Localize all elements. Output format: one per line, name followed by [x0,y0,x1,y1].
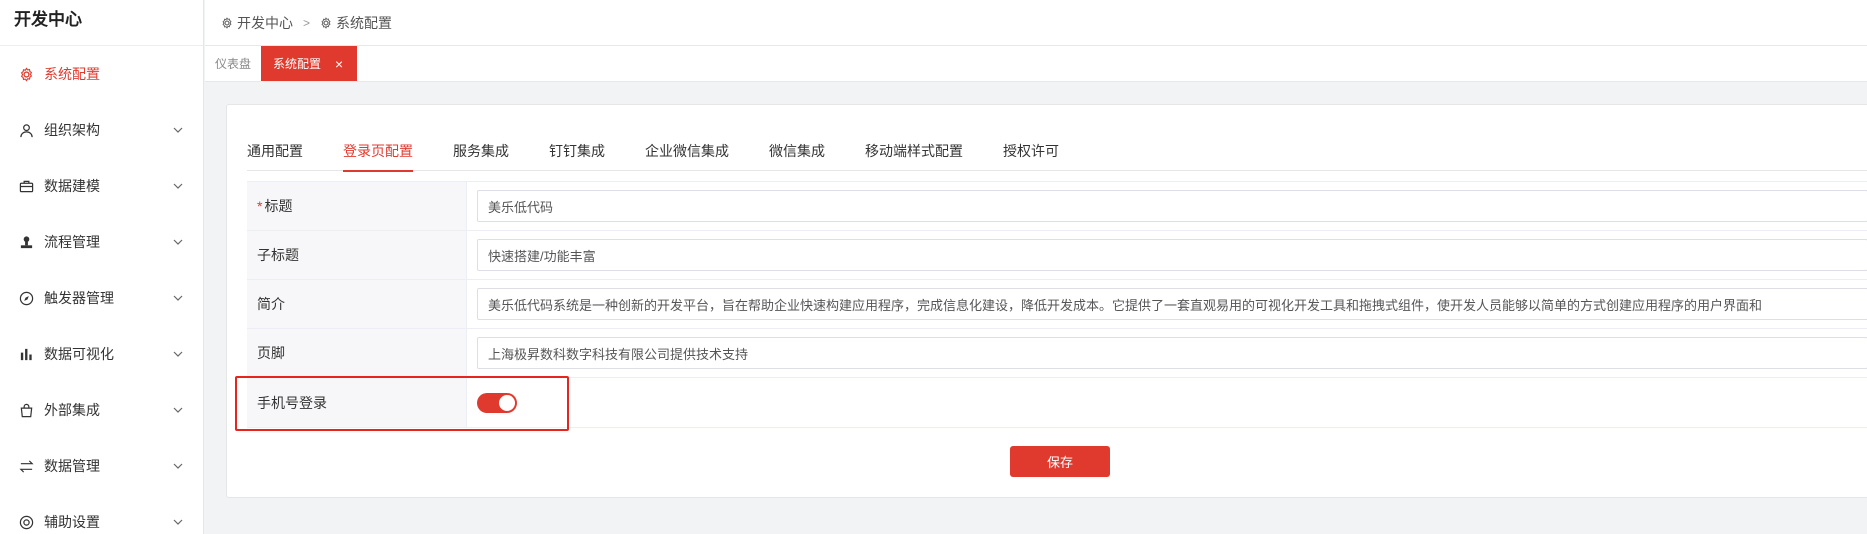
sidebar-item-label: 辅助设置 [44,514,100,530]
intro-label: 简介 [247,280,467,328]
subtitle-input[interactable]: 快速搭建/功能丰富 [477,239,1867,271]
sidebar-item-system-config[interactable]: 系统配置 [0,46,203,102]
user-icon [18,122,34,138]
sidebar-item-integration[interactable]: 外部集成 [0,382,203,438]
close-icon[interactable]: × [335,56,343,72]
title-label: 标题 [264,198,293,214]
tab-wechat[interactable]: 微信集成 [769,129,825,171]
sidebar-item-data-modeling[interactable]: 数据建模 [0,158,203,214]
gear-icon [18,66,34,82]
config-card: 通用配置 登录页配置 服务集成 钉钉集成 企业微信集成 微信集成 移动端样式配置… [226,104,1867,498]
title-input[interactable]: 美乐低代码 [477,190,1867,222]
sidebar: 开发中心 系统配置 组织架构 数据建模 流程管理 触发器管理 数据可视化 外部集… [0,0,204,534]
chevron-down-icon [173,407,183,413]
tab-wecom[interactable]: 企业微信集成 [645,129,729,171]
gear-icon [222,16,232,29]
tab-license[interactable]: 授权许可 [1003,129,1059,171]
form-row-subtitle: 子标题 快速搭建/功能丰富 [247,231,1867,280]
swap-icon [18,458,34,474]
breadcrumb-item[interactable]: 开发中心 [221,13,293,33]
sidebar-item-label: 数据管理 [44,458,100,474]
chevron-down-icon [173,239,183,245]
sidebar-item-label: 数据可视化 [44,346,114,362]
footer-label: 页脚 [247,329,467,377]
sidebar-item-label: 组织架构 [44,122,100,138]
form-row-intro: 简介 美乐低代码系统是一种创新的开发平台，旨在帮助企业快速构建应用程序，完成信息… [247,280,1867,329]
tab-dingtalk[interactable]: 钉钉集成 [549,129,605,171]
sidebar-item-org[interactable]: 组织架构 [0,102,203,158]
save-button[interactable]: 保存 [1010,446,1110,477]
chevron-down-icon [173,519,183,525]
form-row-title: * 标题 美乐低代码 [247,182,1867,231]
phone-login-label: 手机号登录 [247,378,467,427]
tab-general[interactable]: 通用配置 [247,129,303,171]
tab-service[interactable]: 服务集成 [453,129,509,171]
gear-icon [321,16,331,29]
sidebar-item-aux-settings[interactable]: 辅助设置 [0,494,203,534]
lifebuoy-icon [18,514,34,530]
sidebar-item-data-management[interactable]: 数据管理 [0,438,203,494]
chevron-down-icon [173,351,183,357]
footer-input[interactable]: 上海极昇数科数字科技有限公司提供技术支持 [477,337,1867,369]
page-tabs: 仪表盘 系统配置 × [205,46,1867,82]
tab-login-page[interactable]: 登录页配置 [343,129,413,172]
breadcrumb-item: 系统配置 [320,13,392,33]
app-title: 开发中心 [0,0,203,46]
phone-login-toggle[interactable] [477,392,517,413]
config-tabs: 通用配置 登录页配置 服务集成 钉钉集成 企业微信集成 微信集成 移动端样式配置… [247,129,1867,172]
sidebar-item-label: 流程管理 [44,234,100,250]
sidebar-item-label: 触发器管理 [44,290,114,306]
compass-icon [18,290,34,306]
bar-chart-icon [18,346,34,362]
sidebar-item-label: 数据建模 [44,178,100,194]
chevron-down-icon [173,127,183,133]
intro-input[interactable]: 美乐低代码系统是一种创新的开发平台，旨在帮助企业快速构建应用程序，完成信息化建设… [477,288,1867,320]
sidebar-item-trigger[interactable]: 触发器管理 [0,270,203,326]
login-config-form: * 标题 美乐低代码 子标题 快速搭建/功能丰富 简介 美乐低代码系统是一种创新的… [247,181,1867,428]
subtitle-label: 子标题 [247,231,467,279]
chevron-down-icon [173,183,183,189]
sidebar-item-label: 外部集成 [44,402,100,418]
required-mark: * [257,198,263,214]
breadcrumb: 开发中心 > 系统配置 [205,0,1867,46]
chevron-right-icon: > [303,15,311,30]
page-tab-system-config[interactable]: 系统配置 × [261,46,358,81]
form-row-phone-login: 手机号登录 [247,378,1867,428]
sidebar-item-visualization[interactable]: 数据可视化 [0,326,203,382]
form-row-footer: 页脚 上海极昇数科数字科技有限公司提供技术支持 [247,329,1867,378]
sidebar-item-workflow[interactable]: 流程管理 [0,214,203,270]
page-tab-dashboard[interactable]: 仪表盘 [205,46,261,81]
chevron-down-icon [173,295,183,301]
bag-icon [18,402,34,418]
chevron-down-icon [173,463,183,469]
briefcase-icon [18,178,34,194]
tab-mobile-style[interactable]: 移动端样式配置 [865,129,963,171]
sidebar-item-label: 系统配置 [44,66,100,82]
stamp-icon [18,234,34,250]
